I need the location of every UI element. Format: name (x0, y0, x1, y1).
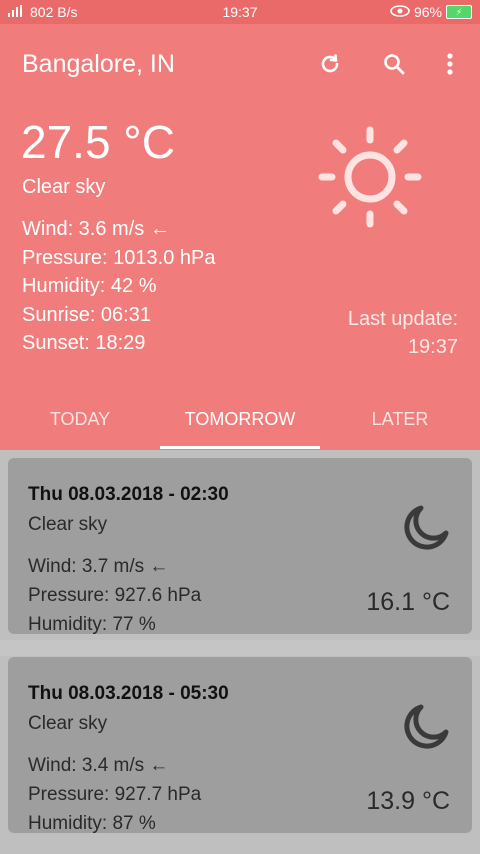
forecast-datetime: Thu 08.03.2018 - 05:30 (28, 683, 229, 704)
forecast-list[interactable]: Thu 08.03.2018 - 02:30 Clear sky Wind: 3… (0, 450, 480, 854)
wind-text: Wind: 3.6 m/s ← (22, 218, 170, 240)
forecast-wind: Wind: 3.7 m/s ← (28, 556, 169, 577)
more-vert-icon[interactable] (432, 46, 468, 82)
tab-later[interactable]: LATER (320, 402, 480, 450)
forecast-card[interactable]: Thu 08.03.2018 - 05:30 Clear sky Wind: 3… (8, 657, 472, 834)
battery-percent: 96% (413, 4, 442, 20)
forecast-description: Clear sky (28, 514, 108, 535)
forecast-temperature: 13.9 °C (366, 787, 450, 815)
current-description: Clear sky (22, 176, 106, 198)
tab-tomorrow[interactable]: TOMORROW (160, 402, 320, 450)
tab-today[interactable]: TODAY (0, 402, 160, 450)
forecast-details: Wind: 3.4 m/s ← Pressure: 927.7 hPa Humi… (28, 751, 201, 838)
forecast-humidity: Humidity: 77 % (28, 614, 156, 635)
sunrise-text: Sunrise: 06:31 (22, 303, 151, 326)
last-update-time: 19:37 (407, 336, 458, 358)
card-divider (0, 640, 480, 656)
forecast-temperature: 16.1 °C (366, 588, 450, 616)
moon-icon (402, 502, 452, 557)
forecast-pressure: Pressure: 927.7 hPa (28, 784, 202, 805)
status-bar: 802 B/s 19:37 96% ⚡ (0, 0, 480, 24)
forecast-datetime: Thu 08.03.2018 - 02:30 (28, 484, 229, 505)
search-icon[interactable] (376, 46, 412, 82)
battery-icon: ⚡ (446, 5, 472, 19)
current-temperature: 27.5 °C (21, 116, 175, 168)
forecast-tabs: TODAY TOMORROW LATER (0, 402, 480, 450)
moon-icon (402, 701, 452, 756)
forecast-wind: Wind: 3.4 m/s ← (28, 755, 169, 776)
forecast-humidity: Humidity: 87 % (28, 813, 156, 834)
forecast-card[interactable]: Thu 08.03.2018 - 02:30 Clear sky Wind: 3… (8, 458, 472, 635)
sunset-text: Sunset: 18:29 (22, 332, 146, 354)
forecast-details: Wind: 3.7 m/s ← Pressure: 927.6 hPa Humi… (28, 552, 201, 639)
humidity-text: Humidity: 42 % (22, 275, 157, 297)
refresh-icon[interactable] (312, 46, 348, 82)
forecast-description: Clear sky (28, 713, 108, 734)
current-details: Wind: 3.6 m/s ← Pressure: 1013.0 hPa Hum… (22, 215, 215, 358)
tab-indicator (160, 446, 320, 449)
status-right: 96% ⚡ (390, 4, 472, 20)
last-update-label: Last update: (347, 308, 458, 330)
sun-icon (312, 122, 428, 243)
pressure-text: Pressure: 1013.0 hPa (22, 246, 216, 269)
city-name: Bangalore, IN (22, 50, 175, 78)
current-weather-header: Bangalore, IN 27.5 °C Clear sky Wind: 3.… (0, 24, 480, 450)
forecast-pressure: Pressure: 927.6 hPa (28, 585, 202, 606)
last-update: Last update: 19:37 (348, 305, 458, 361)
eye-icon (390, 4, 410, 20)
